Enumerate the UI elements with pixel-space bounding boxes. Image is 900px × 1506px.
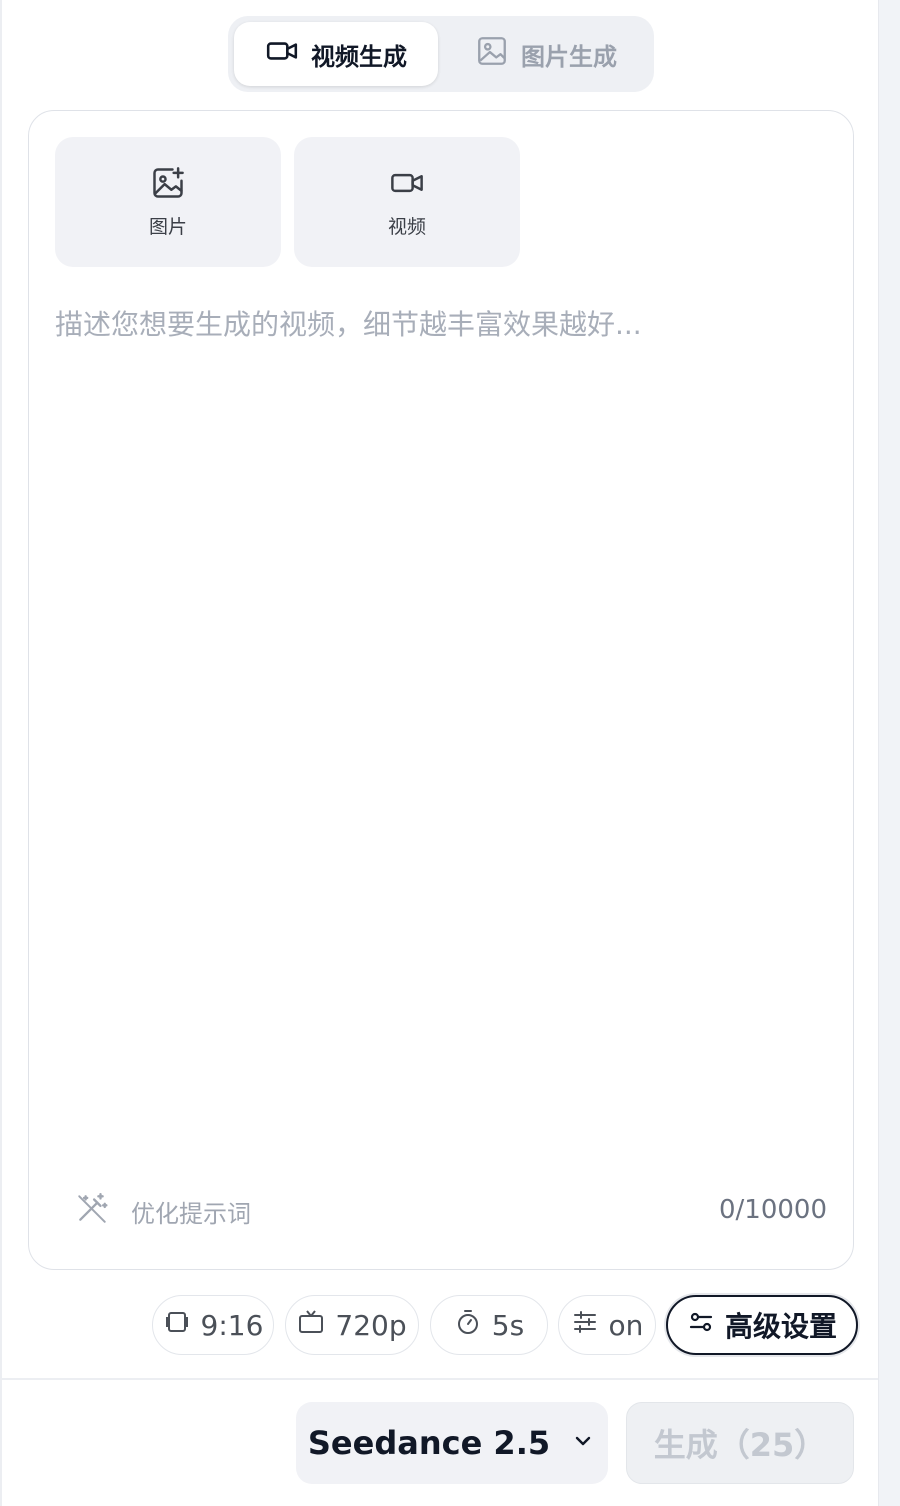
optimize-prompt-label: 优化提示词 <box>131 1199 251 1228</box>
aspect-ratio-value: 9:16 <box>200 1308 264 1342</box>
image-add-icon <box>150 165 186 206</box>
magic-wand-icon <box>75 1191 109 1231</box>
tv-icon <box>297 1308 325 1343</box>
sliders-icon <box>571 1308 599 1343</box>
upload-video-button[interactable]: 视频 <box>294 137 520 267</box>
settings-toggle-value: on <box>608 1308 644 1342</box>
tab-image-generation-label: 图片生成 <box>521 42 617 71</box>
scroll-gutter <box>878 0 900 1506</box>
video-camera-icon <box>389 165 425 206</box>
prompt-input[interactable] <box>55 305 829 1165</box>
model-select-value: Seedance 2.5 <box>307 1424 551 1462</box>
image-icon <box>475 34 509 74</box>
optimize-prompt-button[interactable]: 优化提示词 <box>75 1191 251 1231</box>
timer-icon <box>454 1308 482 1343</box>
upload-image-label: 图片 <box>148 216 187 238</box>
duration-value: 5s <box>491 1308 525 1342</box>
tab-video-generation-label: 视频生成 <box>311 42 407 71</box>
mode-switch: 视频生成 图片生成 <box>228 16 654 92</box>
advanced-settings-button[interactable]: 高级设置 <box>666 1295 858 1355</box>
generate-button[interactable]: 生成（25） <box>626 1402 854 1484</box>
left-border <box>0 0 2 1506</box>
chevron-down-icon <box>570 1424 596 1462</box>
tab-video-generation[interactable]: 视频生成 <box>234 22 438 86</box>
advanced-settings-icon <box>687 1308 715 1343</box>
upload-image-button[interactable]: 图片 <box>55 137 281 267</box>
tab-image-generation[interactable]: 图片生成 <box>444 22 648 86</box>
resolution-value: 720p <box>335 1308 407 1342</box>
prompt-card: 图片 视频 优化提示词 0/10000 <box>28 110 854 1270</box>
model-select[interactable]: Seedance 2.5 <box>296 1402 608 1484</box>
aspect-ratio-icon <box>163 1308 191 1343</box>
footer-divider <box>0 1378 878 1380</box>
upload-video-label: 视频 <box>387 216 426 238</box>
duration-pill[interactable]: 5s <box>430 1295 548 1355</box>
aspect-ratio-pill[interactable]: 9:16 <box>152 1295 274 1355</box>
char-counter: 0/10000 <box>718 1195 827 1225</box>
settings-toggle-pill[interactable]: on <box>558 1295 656 1355</box>
video-camera-icon <box>265 34 299 74</box>
resolution-pill[interactable]: 720p <box>285 1295 419 1355</box>
advanced-settings-label: 高级设置 <box>724 1310 837 1343</box>
